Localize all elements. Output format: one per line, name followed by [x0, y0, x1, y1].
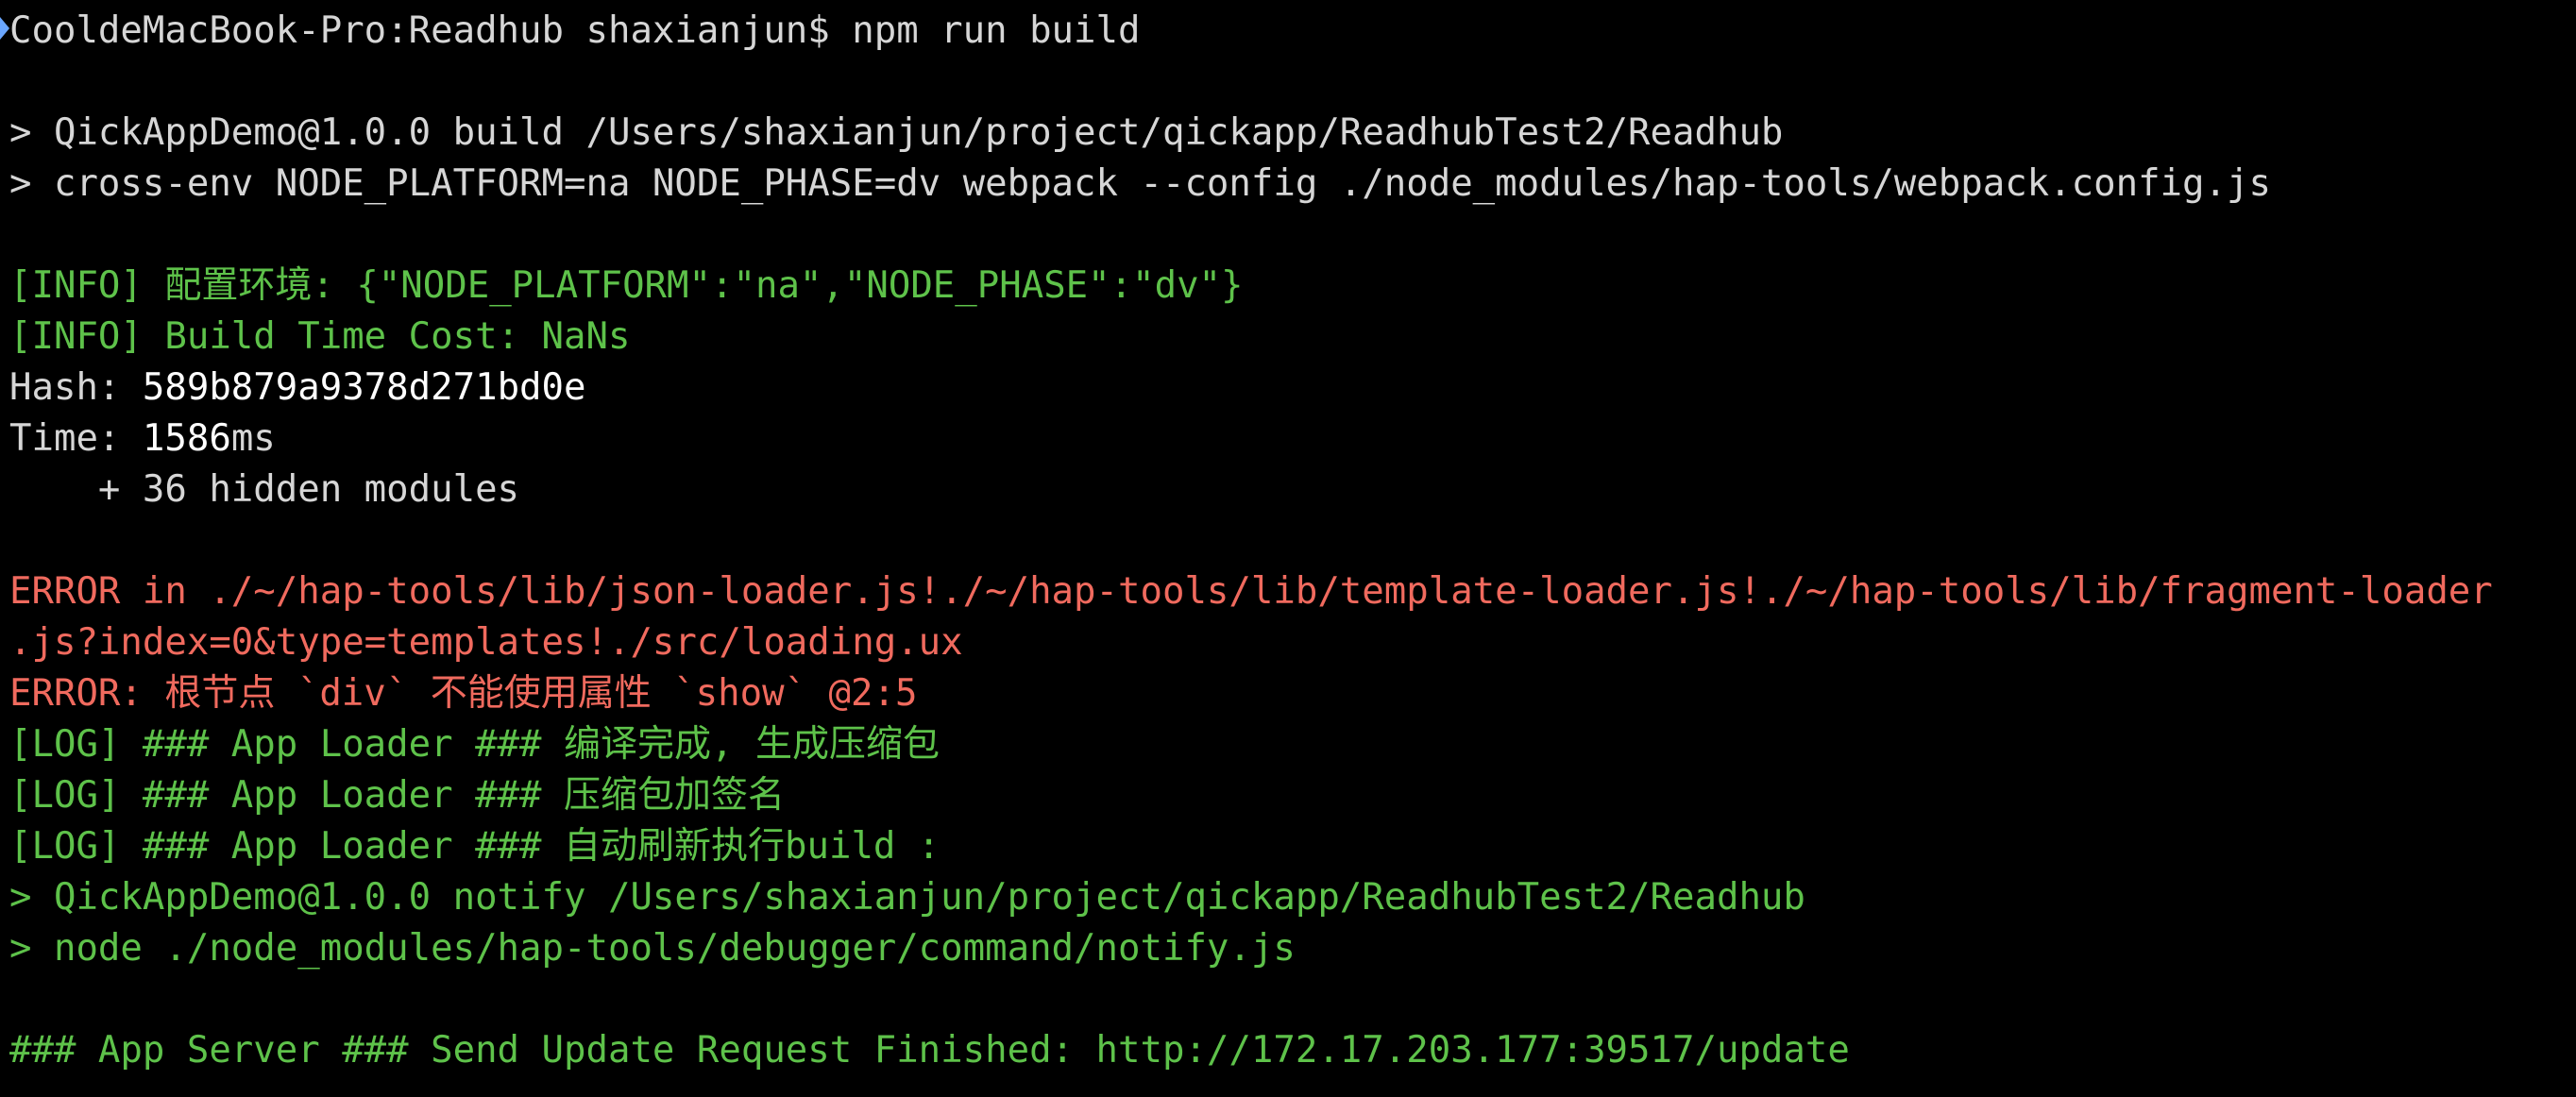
error-line: ERROR in ./~/hap-tools/lib/json-loader.j…	[9, 570, 2493, 613]
server-update-line: ### App Server ### Send Update Request F…	[9, 1029, 1850, 1072]
log-line: [LOG] ### App Loader ### 压缩包加签名	[9, 774, 785, 817]
time-value: 1586	[142, 417, 231, 460]
notify-line: > node ./node_modules/hap-tools/debugger…	[9, 927, 1296, 970]
info-build-time-line: [INFO] Build Time Cost: NaNs	[9, 315, 631, 358]
npm-header-line: > cross-env NODE_PLATFORM=na NODE_PHASE=…	[9, 162, 2271, 205]
prompt-marker-icon	[0, 17, 9, 40]
hash-line: Hash: 589b879a9378d271bd0e	[0, 363, 2576, 413]
time-line: Time: 1586ms	[0, 413, 2576, 464]
error-line-continued: .js?index=0&type=templates!./src/loading…	[9, 621, 963, 664]
hidden-modules-line: + 36 hidden modules	[9, 468, 520, 511]
npm-header-line: > QickAppDemo@1.0.0 build /Users/shaxian…	[9, 111, 1784, 154]
time-label: Time:	[9, 417, 143, 460]
error-message-line: ERROR: 根节点 `div` 不能使用属性 `show` @2:5	[9, 672, 918, 715]
terminal-window[interactable]: CooldeMacBook-Pro:Readhub shaxianjun$ np…	[0, 0, 2576, 1097]
info-env-line: [INFO] 配置环境: {"NODE_PLATFORM":"na","NODE…	[9, 264, 1244, 307]
command-prompt-line: CooldeMacBook-Pro:Readhub shaxianjun$ np…	[9, 9, 1141, 52]
hash-value: 589b879a9378d271bd0e	[142, 366, 586, 409]
notify-line: > QickAppDemo@1.0.0 notify /Users/shaxia…	[9, 876, 1805, 919]
time-unit: ms	[230, 417, 276, 460]
log-line: [LOG] ### App Loader ### 自动刷新执行build :	[9, 825, 941, 868]
log-line: [LOG] ### App Loader ### 编译完成, 生成压缩包	[9, 723, 940, 766]
hash-label: Hash:	[9, 366, 143, 409]
